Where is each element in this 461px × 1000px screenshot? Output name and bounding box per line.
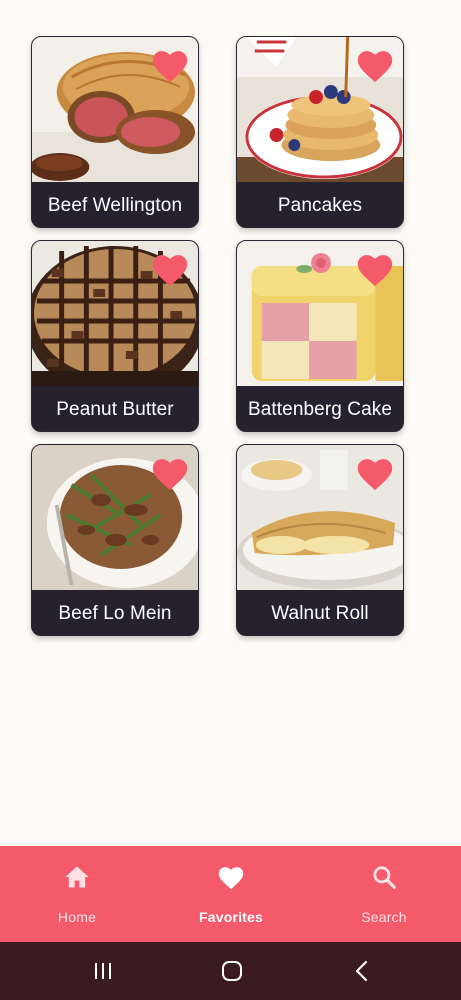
heart-icon bbox=[217, 864, 245, 890]
recipe-card-walnut-roll[interactable]: Walnut Roll bbox=[236, 444, 404, 636]
home-icon bbox=[63, 864, 91, 890]
favorites-grid: Beef Wellington Pancakes Peanut Butter B… bbox=[31, 36, 405, 636]
system-navigation-bar bbox=[0, 942, 461, 1000]
nav-label-home: Home bbox=[57, 909, 97, 925]
search-icon bbox=[370, 864, 398, 890]
recipe-card-peanut-butter[interactable]: Peanut Butter bbox=[31, 240, 199, 432]
bottom-navigation: Home Favorites Search bbox=[0, 846, 461, 942]
recipe-title: Beef Wellington bbox=[32, 182, 198, 227]
status-bar bbox=[0, 0, 461, 34]
recipe-title: Walnut Roll bbox=[237, 590, 403, 635]
back-icon[interactable] bbox=[349, 959, 375, 983]
favorite-heart-icon[interactable] bbox=[150, 251, 190, 287]
nav-label-search: Search bbox=[361, 909, 407, 925]
nav-tab-search[interactable]: Search bbox=[307, 846, 461, 942]
recipe-card-beef-lo-mein[interactable]: Beef Lo Mein bbox=[31, 444, 199, 636]
favorite-heart-icon[interactable] bbox=[150, 455, 190, 491]
recipe-card-battenberg-cake[interactable]: Battenberg Cake bbox=[236, 240, 404, 432]
home-circle-icon[interactable] bbox=[219, 959, 245, 983]
favorite-heart-icon[interactable] bbox=[355, 251, 395, 287]
recipe-title: Beef Lo Mein bbox=[32, 590, 198, 635]
recipe-title: Battenberg Cake bbox=[237, 386, 403, 431]
favorite-heart-icon[interactable] bbox=[355, 455, 395, 491]
favorite-heart-icon[interactable] bbox=[150, 47, 190, 83]
recipe-card-beef-wellington[interactable]: Beef Wellington bbox=[31, 36, 199, 228]
nav-tab-favorites[interactable]: Favorites bbox=[154, 846, 308, 942]
nav-tab-home[interactable]: Home bbox=[0, 846, 154, 942]
recipe-title: Pancakes bbox=[237, 182, 403, 227]
recipe-title: Peanut Butter bbox=[32, 386, 198, 431]
recipe-card-pancakes[interactable]: Pancakes bbox=[236, 36, 404, 228]
nav-label-favorites: Favorites bbox=[198, 909, 264, 925]
favorite-heart-icon[interactable] bbox=[355, 47, 395, 83]
recents-icon[interactable] bbox=[90, 959, 116, 983]
